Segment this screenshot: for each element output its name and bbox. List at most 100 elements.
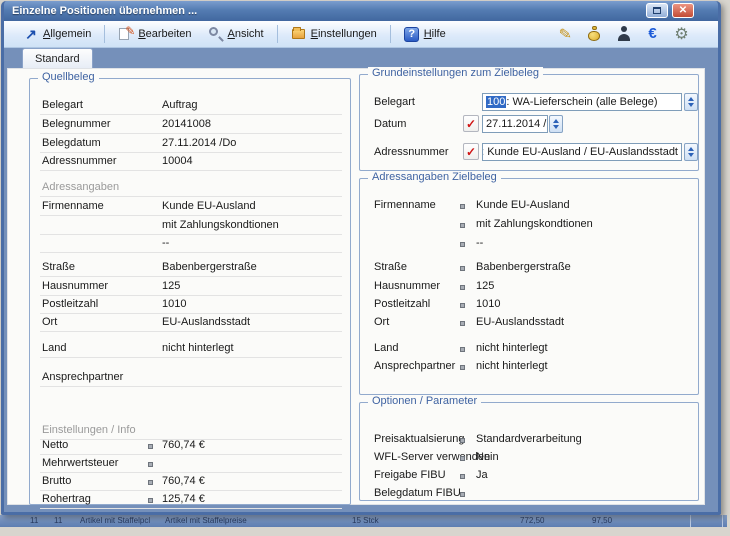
section-header-adressangaben: Adressangaben	[40, 179, 342, 197]
dialog-window: Einzelne Positionen übernehmen ... ✕ ↗ A…	[1, 1, 721, 515]
jump-arrow-icon: ↗	[23, 26, 39, 42]
equals-marker-icon	[148, 498, 153, 503]
table-row: Land nicht hinterlegt	[40, 340, 342, 358]
field-value: Babenbergerstraße	[476, 261, 571, 273]
toolbar: ↗ Allgemein ✎ Bearbeiten Ansicht Einstel…	[4, 21, 718, 48]
field-label: Land	[42, 342, 66, 354]
field-value: mit Zahlungskondtionen	[476, 218, 593, 230]
field-label: Land	[374, 342, 398, 354]
edit-page-icon: ✎	[118, 26, 134, 42]
screen: 11 11 Artikel mit Staffelpcl Artikel mit…	[0, 0, 730, 536]
equals-marker-icon	[148, 444, 153, 449]
bg-cell: 772,50	[520, 516, 544, 525]
restore-icon	[653, 7, 661, 14]
bg-cell: Artikel mit Staffelpcl	[80, 516, 150, 525]
table-row: Preisaktualsierung Standardverarbeitung	[364, 431, 692, 449]
datum-field[interactable]: 27.11.2014 /Do	[482, 115, 548, 133]
spin-down-icon	[688, 103, 694, 107]
spin-up-icon	[688, 97, 694, 101]
field-label: Netto	[42, 439, 68, 451]
groupbox-title: Grundeinstellungen zum Zielbeleg	[368, 67, 543, 79]
groupbox-grundeinstellungen: Grundeinstellungen zum Zielbeleg Belegar…	[359, 74, 699, 171]
field-value: 1010	[476, 298, 500, 310]
bg-cell: 97,50	[592, 516, 612, 525]
gear-icon[interactable]: ⚙	[673, 25, 690, 42]
equals-marker-icon	[460, 204, 465, 209]
field-value: mit Zahlungskondtionen	[162, 219, 279, 231]
toolbar-label: Bearbeiten	[138, 28, 191, 40]
field-label: Straße	[374, 261, 407, 273]
toolbar-label: Allgemein	[43, 28, 91, 40]
toolbar-divider	[390, 25, 391, 43]
equals-marker-icon	[460, 242, 465, 247]
grid-divider	[722, 515, 723, 527]
tab-standard[interactable]: Standard	[22, 48, 93, 68]
field-label: Belegdatum	[42, 137, 101, 149]
form-row-datum: Datum ✓ 27.11.2014 /Do	[364, 115, 692, 135]
field-value: nicht hinterlegt	[162, 342, 234, 354]
table-row: Postleitzahl 1010	[364, 296, 692, 314]
toolbar-button-ansicht[interactable]: Ansicht	[201, 24, 271, 44]
field-label: Firmenname	[374, 199, 436, 211]
belegart-spinner[interactable]	[684, 93, 698, 111]
field-label: Postleitzahl	[374, 298, 430, 310]
groupbox-title: Quellbeleg	[38, 71, 99, 83]
dialog-client-area: Standard Quellbeleg Belegart Auftrag Bel…	[4, 48, 718, 512]
table-row: Belegdatum FIBU	[364, 485, 692, 503]
adressnummer-combobox[interactable]: 10004: Kunde EU-Ausland / EU-Auslandssta…	[482, 143, 682, 161]
equals-marker-icon	[148, 480, 153, 485]
field-value: 125	[476, 280, 494, 292]
field-label: Belegnummer	[42, 118, 110, 130]
groupbox-optionen-parameter: Optionen / Parameter Preisaktualsierung …	[359, 402, 699, 501]
groupbox-title: Adressangaben Zielbeleg	[368, 171, 501, 183]
background-grid-row: 11 11 Artikel mit Staffelpcl Artikel mit…	[0, 515, 727, 527]
field-label: Adressnummer	[42, 155, 117, 167]
bg-cell: 11	[30, 516, 38, 525]
toolbar-button-allgemein[interactable]: ↗ Allgemein	[16, 24, 98, 44]
magnifier-icon	[208, 26, 224, 42]
toolbar-button-einstellungen[interactable]: Einstellungen	[284, 24, 384, 44]
equals-marker-icon	[460, 474, 465, 479]
groupbox-quellbeleg: Quellbeleg Belegart Auftrag Belegnummer …	[29, 78, 351, 505]
table-row: Netto 760,74 €	[40, 437, 342, 455]
toolbar-divider	[277, 25, 278, 43]
table-row: --	[40, 235, 342, 253]
form-row-adressnummer: Adressnummer ✓ 10004: Kunde EU-Ausland /…	[364, 143, 692, 163]
table-row: Belegdatum 27.11.2014 /Do	[40, 135, 342, 153]
table-row: Firmenname Kunde EU-Ausland	[364, 197, 692, 215]
field-label: Preisaktualsierung	[374, 433, 465, 445]
folder-icon	[291, 26, 307, 42]
table-row: Straße Babenbergerstraße	[364, 259, 692, 277]
table-row: WFL-Server verwenden Nein	[364, 449, 692, 467]
pen-icon[interactable]: ✎	[557, 25, 574, 42]
adressnummer-check-button[interactable]: ✓	[463, 143, 479, 160]
table-row: Hausnummer 125	[364, 278, 692, 296]
field-label: Datum	[374, 118, 406, 130]
table-row: Ansprechpartner	[40, 369, 342, 387]
tab-page: Quellbeleg Belegart Auftrag Belegnummer …	[7, 68, 705, 505]
toolbar-label: Einstellungen	[311, 28, 377, 40]
belegart-combobox[interactable]: 100 : WA-Lieferschein (alle Belege)	[482, 93, 682, 111]
datum-check-button[interactable]: ✓	[463, 115, 479, 132]
field-label: Ort	[42, 316, 57, 328]
restore-button[interactable]	[646, 3, 668, 18]
close-button[interactable]: ✕	[672, 3, 694, 18]
field-value: EU-Auslandsstadt	[162, 316, 250, 328]
toolbar-button-hilfe[interactable]: ? Hilfe	[397, 24, 453, 44]
money-bag-icon[interactable]	[586, 25, 603, 42]
field-label: Adressnummer	[374, 146, 449, 158]
table-row: Freigabe FIBU Ja	[364, 467, 692, 485]
field-value: EU-Auslandsstadt	[476, 316, 564, 328]
toolbar-button-bearbeiten[interactable]: ✎ Bearbeiten	[111, 24, 198, 44]
person-icon[interactable]	[615, 25, 632, 42]
equals-marker-icon	[460, 285, 465, 290]
table-row: Ort EU-Auslandsstadt	[40, 314, 342, 332]
field-value: 125	[162, 280, 180, 292]
titlebar[interactable]: Einzelne Positionen übernehmen ... ✕	[4, 1, 718, 21]
euro-icon[interactable]: €	[644, 25, 661, 42]
datum-spinner[interactable]	[549, 115, 563, 133]
adressnummer-spinner[interactable]	[684, 143, 698, 161]
field-value: 125,74 €	[162, 493, 205, 505]
groupbox-adressangaben-zielbeleg: Adressangaben Zielbeleg Firmenname Kunde…	[359, 178, 699, 395]
bg-cell: 11	[54, 516, 62, 525]
